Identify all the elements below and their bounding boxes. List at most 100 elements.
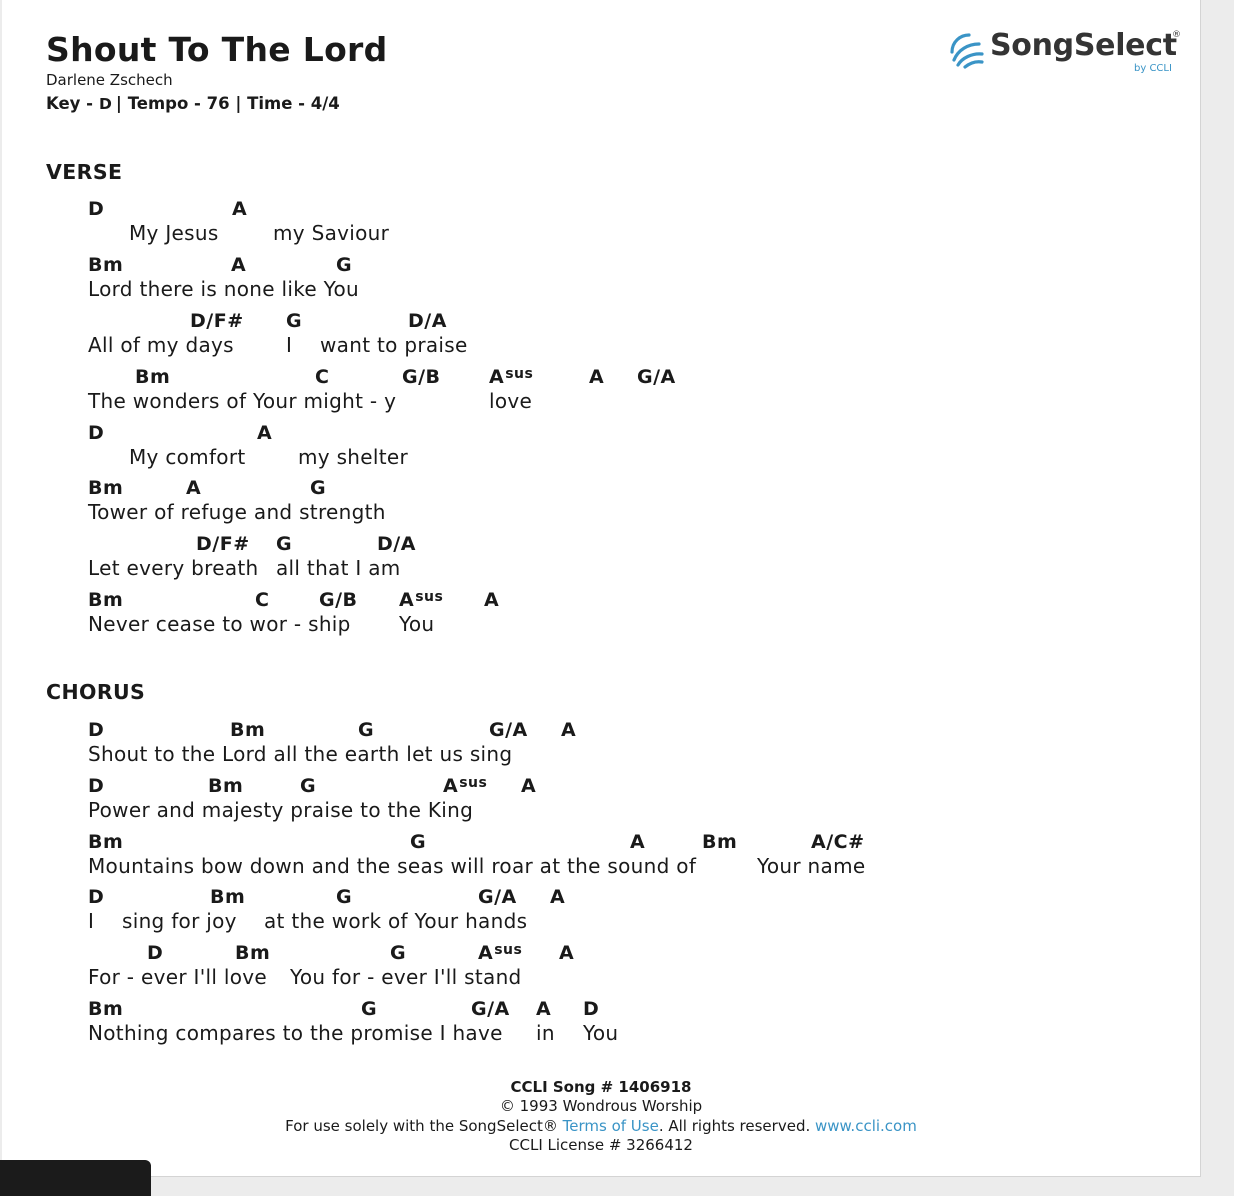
chord-suffix: sus [415, 589, 444, 605]
chord: A [257, 422, 273, 444]
chord: G/A [489, 719, 528, 741]
chord-suffix: sus [494, 942, 523, 958]
key-label: Key - [46, 94, 94, 113]
chord: C [315, 366, 330, 388]
chord: Asus [489, 366, 533, 388]
chord: A [561, 719, 577, 741]
lyric: You [399, 612, 435, 636]
section-label-chorus: CHORUS [46, 680, 146, 704]
logo-by-ccli: by CCLI [1134, 63, 1172, 74]
chord: G [336, 886, 353, 908]
chord: D/A [377, 533, 416, 555]
song-meta: Key - D | Tempo - 76 | Time - 4/4 [46, 94, 340, 113]
chord: Bm [210, 886, 246, 908]
chord: G/B [319, 589, 358, 611]
song-title: Shout To The Lord [46, 30, 388, 69]
lyric: My comfort [129, 445, 246, 469]
song-line: D Bm G Asus A For - ever I'll love You f… [2, 942, 1200, 992]
lyric: My Jesus [129, 221, 219, 245]
lyric: want to praise [320, 333, 468, 357]
lyric: Nothing compares to the promise I have [88, 1021, 503, 1045]
chord: G/A [471, 998, 510, 1020]
song-line: D Bm G Asus A Power and majesty praise t… [2, 775, 1200, 825]
chord: D [583, 998, 600, 1020]
usage-notice: For use solely with the SongSelect® Term… [2, 1117, 1200, 1135]
lyric: love [489, 389, 533, 413]
usage-middle: . All rights reserved. [658, 1117, 815, 1135]
lyric: The wonders of Your might - y [88, 389, 397, 413]
chord-root: A [478, 942, 494, 964]
songselect-logo[interactable]: SongSelect ® by CCLI [946, 28, 1186, 80]
song-line: D Bm G G/A A Shout to the Lord all the e… [2, 719, 1200, 769]
chord: Asus [478, 942, 522, 964]
chord: Bm [88, 831, 124, 853]
chord: G [286, 310, 303, 332]
logo-text: SongSelect [990, 28, 1177, 63]
lyric: I [88, 909, 95, 933]
song-line: Bm G A Bm A/C# Mountains bow down and th… [2, 831, 1200, 881]
chord: Bm [88, 589, 124, 611]
chord: Bm [230, 719, 266, 741]
chord: D [88, 198, 105, 220]
lyric: Shout to the Lord all the earth let us s… [88, 742, 513, 766]
lyric: sing for joy [122, 909, 237, 933]
chord-root: A [399, 589, 415, 611]
terms-of-use-link[interactable]: Terms of Use [563, 1117, 659, 1135]
chord: A [550, 886, 566, 908]
song-line: Bm A G Lord there is none like You [2, 254, 1200, 304]
chord: G [276, 533, 293, 555]
chord: G [336, 254, 353, 276]
chord: Asus [443, 775, 487, 797]
chord: A [536, 998, 552, 1020]
chord: G [390, 942, 407, 964]
overlay-panel-tab[interactable] [0, 1160, 151, 1196]
lyric: Tower of refuge and strength [88, 500, 386, 524]
chord: D [88, 775, 105, 797]
chord-root: A [443, 775, 459, 797]
chord-suffix: sus [505, 366, 534, 382]
usage-prefix: For use solely with the SongSelect® [285, 1117, 563, 1135]
lyric: Let every breath [88, 556, 259, 580]
lyric: my Saviour [273, 221, 390, 245]
chord: D/F# [196, 533, 250, 555]
chord: A [186, 477, 202, 499]
lyric: You [583, 1021, 619, 1045]
chord-root: A [489, 366, 505, 388]
chord: D [147, 942, 164, 964]
lyric: I [286, 333, 293, 357]
chord: G [310, 477, 327, 499]
ccli-license: CCLI License # 3266412 [509, 1136, 693, 1154]
chord: Bm [135, 366, 171, 388]
songselect-waves-icon [950, 33, 984, 69]
copyright: © 1993 Wondrous Worship [499, 1097, 703, 1115]
chord: A [231, 254, 247, 276]
lyric: Power and majesty praise to the King [88, 798, 474, 822]
song-line: D/F# G D/A All of my days I want to prai… [2, 310, 1200, 360]
chord: G/A [478, 886, 517, 908]
chord: A [589, 366, 605, 388]
ccli-website-link[interactable]: www.ccli.com [815, 1117, 917, 1135]
lyric: Mountains bow down and the seas will roa… [88, 854, 697, 878]
song-author: Darlene Zschech [46, 71, 173, 89]
song-line: D Bm G G/A A I sing for joy at the work … [2, 886, 1200, 936]
chord: C [255, 589, 270, 611]
lyric: in [536, 1021, 555, 1045]
lyric: You for - ever I'll stand [290, 965, 522, 989]
chord: A [484, 589, 500, 611]
section-label-verse: VERSE [46, 160, 123, 184]
chord-suffix: sus [459, 775, 488, 791]
chord: Bm [235, 942, 271, 964]
chord: D/F# [190, 310, 244, 332]
song-line: D A My Jesus my Saviour [2, 198, 1200, 248]
chord: Asus [399, 589, 443, 611]
lyric: Your name [757, 854, 866, 878]
lyric: Never cease to wor - ship [88, 612, 351, 636]
song-line: Bm G G/A A D Nothing compares to the pro… [2, 998, 1200, 1048]
chord: A [232, 198, 248, 220]
tempo-time: | Tempo - 76 | Time - 4/4 [115, 94, 340, 113]
chord: D [88, 719, 105, 741]
song-sheet: Shout To The Lord Darlene Zschech Key - D… [2, 0, 1201, 1177]
chord: G/B [402, 366, 441, 388]
song-line: D A My comfort my shelter [2, 422, 1200, 472]
chord: Bm [208, 775, 244, 797]
